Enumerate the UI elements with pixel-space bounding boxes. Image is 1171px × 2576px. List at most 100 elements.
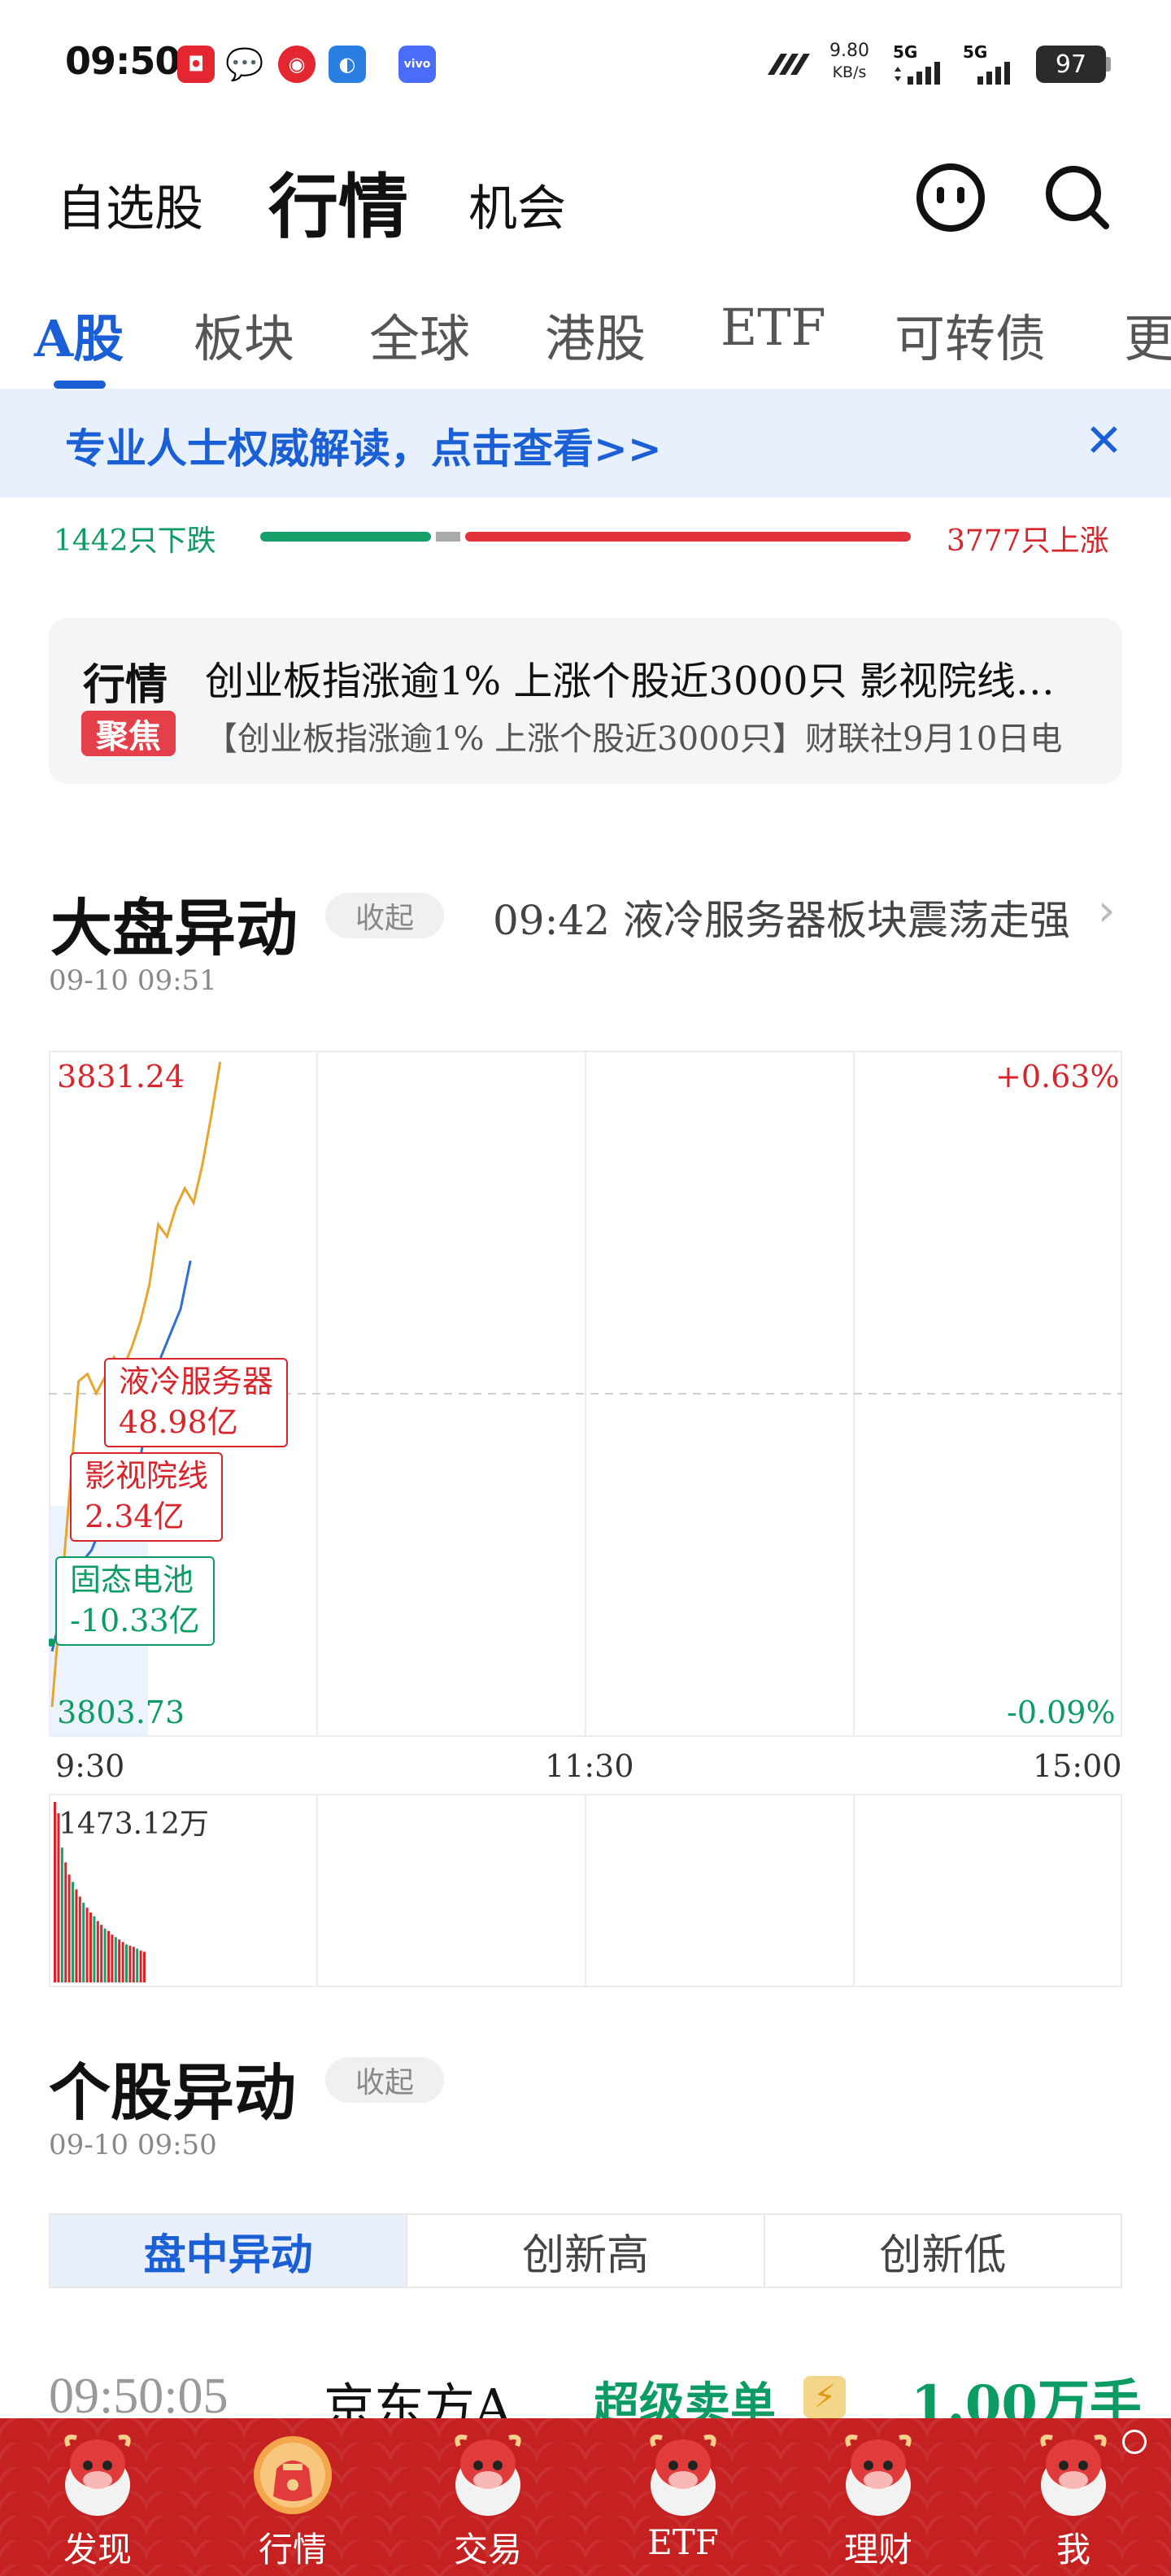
tab-hk-shares[interactable]: 港股 <box>545 298 646 371</box>
volume-bar <box>64 1862 67 1982</box>
wechat-icon: 💬 <box>225 46 264 83</box>
focus-tag-market: 行情 <box>83 660 168 710</box>
status-time: 09:50 <box>65 39 181 83</box>
volume-bar <box>75 1889 78 1982</box>
volume-bar <box>136 1948 139 1982</box>
focus-summary[interactable]: 【创业板指涨逾1% 上涨个股近3000只】财联社9月10日电 <box>205 712 1083 759</box>
volume-bar <box>93 1916 96 1982</box>
volume-bar <box>143 1952 146 1982</box>
stock-moves-collapse-button[interactable]: 收起 <box>325 2057 444 2103</box>
volume-bar <box>132 1947 135 1982</box>
advancers-bar <box>465 532 911 542</box>
subtab-new-low[interactable]: 创新低 <box>765 2215 1121 2287</box>
lightning-icon: ⚡ <box>803 2376 846 2418</box>
ox-mascot-icon <box>1040 2435 1107 2516</box>
close-icon[interactable]: ✕ <box>1085 415 1123 468</box>
x-tick-open: 9:30 <box>55 1748 125 1784</box>
tab-active-indicator <box>54 381 106 389</box>
volume-bar <box>114 1937 117 1982</box>
annotation-liquid-cooling[interactable]: 液冷服务器 48.98亿 <box>104 1358 289 1447</box>
chat-robot-icon[interactable] <box>914 161 987 234</box>
volume-bar <box>89 1912 92 1982</box>
volume-bar <box>67 1874 71 1982</box>
stock-moves-title: 个股异动 <box>49 2056 296 2129</box>
huatai-icon: ◘ <box>177 46 215 83</box>
tab-convertible-bonds[interactable]: 可转债 <box>895 298 1046 371</box>
nav-opportunity[interactable]: 机会 <box>468 169 566 240</box>
pct-low-label: -0.09% <box>1007 1695 1116 1730</box>
volume-bar <box>72 1882 74 1982</box>
ox-mascot-icon <box>64 2435 131 2516</box>
volume-bar <box>118 1939 121 1982</box>
unchanged-bar <box>436 532 460 542</box>
signal-1-icon <box>895 62 940 85</box>
nav-watchlist[interactable]: 自选股 <box>57 169 203 240</box>
annotation-solid-battery[interactable]: 固态电池 -10.33亿 <box>55 1556 215 1646</box>
bottom-nav: 发现 行情 交易 ETF 理财 我 <box>0 2418 1171 2576</box>
tab-more[interactable]: 更 <box>1124 298 1171 371</box>
volume-bar <box>82 1903 85 1982</box>
decliners-count: 1442只下跌 <box>54 524 216 558</box>
wifi-speed-icon <box>768 54 810 75</box>
pct-high-label: +0.63% <box>995 1059 1120 1094</box>
advancers-count: 3777只上涨 <box>947 524 1109 558</box>
volume-bar <box>60 1847 63 1982</box>
bottom-nav-discover[interactable]: 发现 <box>0 2418 195 2576</box>
y-high-label: 3831.24 <box>57 1059 185 1094</box>
volume-bar <box>78 1896 81 1982</box>
volume-bar <box>103 1928 107 1982</box>
tab-a-shares[interactable]: A股 <box>34 298 124 371</box>
x-tick-midday: 11:30 <box>545 1748 634 1784</box>
volume-bar <box>128 1945 132 1982</box>
volume-bar <box>54 1802 56 1982</box>
ox-mascot-icon <box>845 2435 912 2516</box>
volume-max-label: 1473.12万 <box>59 1808 209 1841</box>
volume-bar <box>85 1908 89 1982</box>
volume-bar <box>125 1944 128 1982</box>
subtab-intraday[interactable]: 盘中异动 <box>50 2215 408 2287</box>
market-moves-collapse-button[interactable]: 收起 <box>325 893 444 938</box>
volume-bar <box>100 1925 103 1982</box>
stock-moves-subtabs: 盘中异动 创新高 创新低 <box>49 2213 1122 2288</box>
volume-chart[interactable] <box>49 1794 1122 1987</box>
bottom-nav-wealth[interactable]: 理财 <box>781 2418 976 2576</box>
volume-bar <box>111 1934 114 1982</box>
market-moves-title: 大盘异动 <box>50 892 298 964</box>
annotation-cinema[interactable]: 影视院线 2.34亿 <box>70 1452 224 1542</box>
subtab-new-high[interactable]: 创新高 <box>407 2215 765 2287</box>
ox-mascot-icon <box>455 2435 521 2516</box>
x-tick-close: 15:00 <box>1033 1748 1122 1784</box>
promo-banner-text[interactable]: 专业人士权威解读，点击查看>> <box>65 416 662 475</box>
search-icon[interactable] <box>1041 161 1114 234</box>
stock-moves-timestamp: 09-10 09:50 <box>49 2129 217 2161</box>
volume-bar <box>139 1950 142 1982</box>
bottom-nav-etf[interactable]: ETF <box>586 2418 781 2576</box>
vivo-icon: vivo <box>398 46 436 83</box>
focus-tag-badge: 聚焦 <box>81 711 176 756</box>
battery-tip <box>1106 57 1111 72</box>
chevron-right-icon[interactable]: › <box>1098 885 1116 936</box>
volume-bar <box>96 1921 99 1982</box>
battery-indicator: 97 <box>1036 46 1106 83</box>
money-bag-icon <box>254 2436 332 2514</box>
market-moves-ticker[interactable]: 09:42 液冷服务器板块震荡走强 <box>493 888 1086 946</box>
decliners-bar <box>260 532 431 542</box>
signal-2-icon <box>977 62 1010 85</box>
app-blue-icon: ◐ <box>329 46 366 83</box>
volume-bar <box>107 1930 110 1982</box>
nav-market[interactable]: 行情 <box>268 150 408 251</box>
stock-row-time: 09:50:05 <box>49 2369 229 2424</box>
tab-etf[interactable]: ETF <box>720 298 826 357</box>
signal-label-2: 5G <box>963 42 988 62</box>
ox-mascot-icon <box>650 2435 716 2516</box>
bottom-nav-trade[interactable]: 交易 <box>390 2418 586 2576</box>
notification-dot <box>1122 2430 1147 2454</box>
tab-sectors[interactable]: 板块 <box>194 298 294 371</box>
tab-global[interactable]: 全球 <box>369 298 470 371</box>
signal-label-1: 5G <box>893 42 918 62</box>
net-speed: 9.80 KB/s <box>829 41 869 81</box>
volume-bar <box>121 1942 124 1982</box>
y-low-label: 3803.73 <box>57 1695 185 1730</box>
focus-headline[interactable]: 创业板指涨逾1% 上涨个股近3000只 影视院线板块领涨 <box>205 649 1083 706</box>
bottom-nav-market[interactable]: 行情 <box>195 2418 390 2576</box>
